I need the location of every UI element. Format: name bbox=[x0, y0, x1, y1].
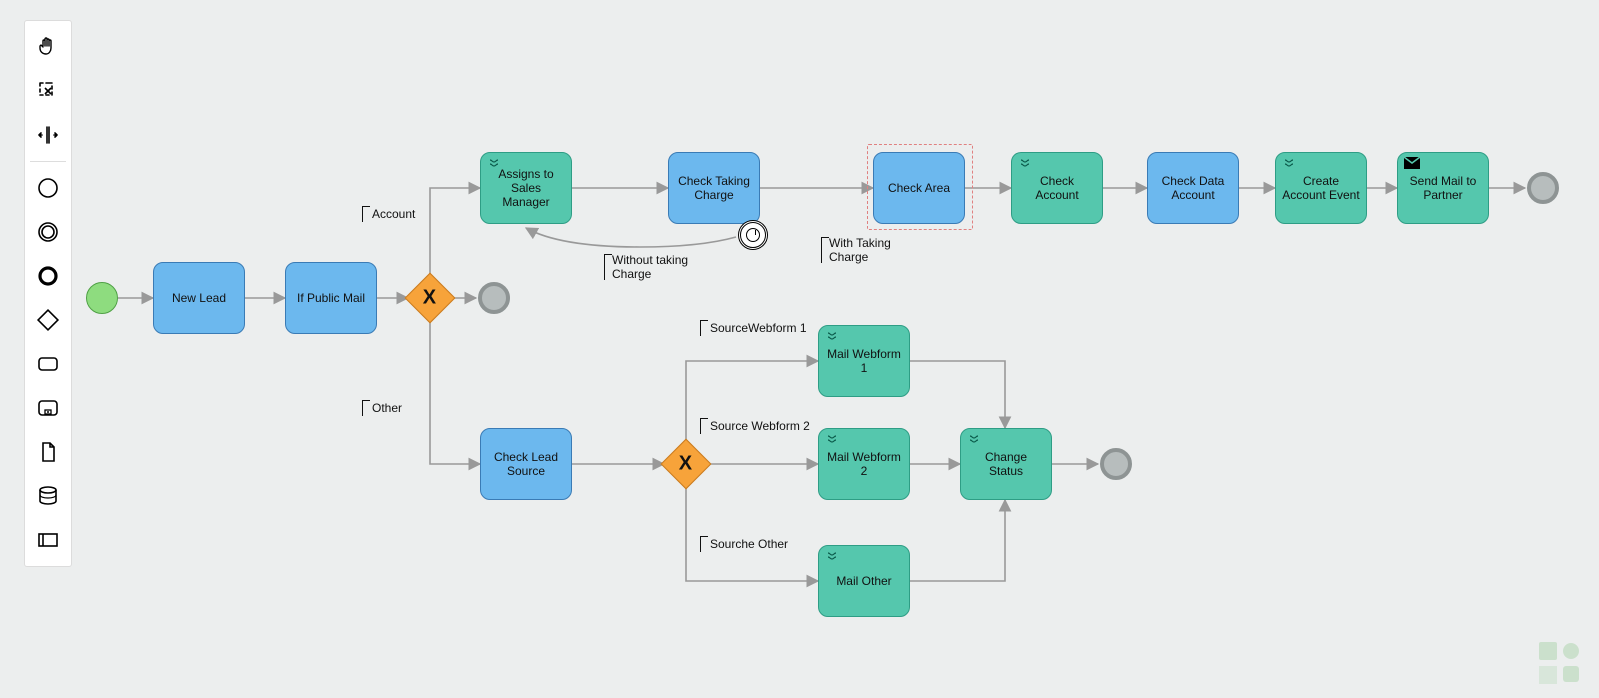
task-label: New Lead bbox=[172, 291, 226, 305]
task-mail-other[interactable]: Mail Other bbox=[818, 545, 910, 617]
task-change-status[interactable]: Change Status bbox=[960, 428, 1052, 500]
task-label: Check Data Account bbox=[1154, 174, 1232, 202]
edge-label-other: Other bbox=[372, 401, 402, 415]
edge-label-source-webform-1: SourceWebform 1 bbox=[710, 321, 807, 335]
bpmn-canvas[interactable]: New Lead If Public Mail X Account Other … bbox=[0, 0, 1599, 698]
task-send-mail-partner[interactable]: Send Mail to Partner bbox=[1397, 152, 1489, 224]
task-label: Mail Webform 1 bbox=[825, 347, 903, 375]
task-label: Create Account Event bbox=[1282, 174, 1360, 202]
script-icon bbox=[825, 551, 837, 563]
edge-bracket bbox=[700, 418, 708, 434]
task-label: Assigns to Sales Manager bbox=[487, 167, 565, 209]
task-check-lead-source[interactable]: Check Lead Source bbox=[480, 428, 572, 500]
task-check-data-account[interactable]: Check Data Account bbox=[1147, 152, 1239, 224]
script-icon bbox=[1282, 158, 1294, 170]
edge-bracket bbox=[604, 254, 612, 280]
mail-icon bbox=[1404, 157, 1420, 169]
edge-label-without-taking-charge: Without taking Charge bbox=[612, 253, 702, 281]
task-label: If Public Mail bbox=[297, 291, 365, 305]
script-icon bbox=[825, 434, 837, 446]
task-label: Check Lead Source bbox=[487, 450, 565, 478]
edge-label-source-webform-2: Source Webform 2 bbox=[710, 419, 810, 433]
timer-boundary-event[interactable] bbox=[738, 220, 768, 250]
edge-bracket bbox=[700, 536, 708, 552]
task-mail-webform-2[interactable]: Mail Webform 2 bbox=[818, 428, 910, 500]
edge-bracket bbox=[362, 400, 370, 416]
task-if-public-mail[interactable]: If Public Mail bbox=[285, 262, 377, 334]
edge-bracket bbox=[700, 320, 708, 336]
task-check-taking-charge[interactable]: Check Taking Charge bbox=[668, 152, 760, 224]
task-label: Change Status bbox=[967, 450, 1045, 478]
edge-label-with-taking-charge: With Taking Charge bbox=[829, 236, 909, 264]
edge-label-source-other: Sourche Other bbox=[710, 537, 788, 551]
task-mail-webform-1[interactable]: Mail Webform 1 bbox=[818, 325, 910, 397]
script-icon bbox=[825, 331, 837, 343]
gateway-marker: X bbox=[679, 453, 692, 476]
edge-bracket bbox=[821, 237, 829, 263]
script-icon bbox=[967, 434, 979, 446]
gateway-exclusive-1[interactable]: X bbox=[405, 273, 456, 324]
edge-bracket bbox=[362, 206, 370, 222]
end-event-bottom[interactable] bbox=[1100, 448, 1132, 480]
end-event-top[interactable] bbox=[1527, 172, 1559, 204]
task-label: Mail Other bbox=[836, 574, 891, 588]
end-event-inline[interactable] bbox=[478, 282, 510, 314]
task-new-lead[interactable]: New Lead bbox=[153, 262, 245, 334]
edges-layer bbox=[0, 0, 1599, 698]
task-assigns-sales-manager[interactable]: Assigns to Sales Manager bbox=[480, 152, 572, 224]
start-event[interactable] bbox=[86, 282, 118, 314]
gateway-exclusive-2[interactable]: X bbox=[661, 439, 712, 490]
task-label: Check Account bbox=[1018, 174, 1096, 202]
task-create-account-event[interactable]: Create Account Event bbox=[1275, 152, 1367, 224]
script-icon bbox=[1018, 158, 1030, 170]
task-label: Check Area bbox=[888, 181, 950, 195]
task-check-account[interactable]: Check Account bbox=[1011, 152, 1103, 224]
bpmn-io-logo bbox=[1537, 640, 1581, 684]
script-icon bbox=[487, 158, 499, 170]
task-check-area[interactable]: Check Area bbox=[873, 152, 965, 224]
edge-label-account: Account bbox=[372, 207, 415, 221]
task-label: Check Taking Charge bbox=[675, 174, 753, 202]
task-label: Mail Webform 2 bbox=[825, 450, 903, 478]
gateway-marker: X bbox=[423, 287, 436, 310]
task-label: Send Mail to Partner bbox=[1404, 174, 1482, 202]
